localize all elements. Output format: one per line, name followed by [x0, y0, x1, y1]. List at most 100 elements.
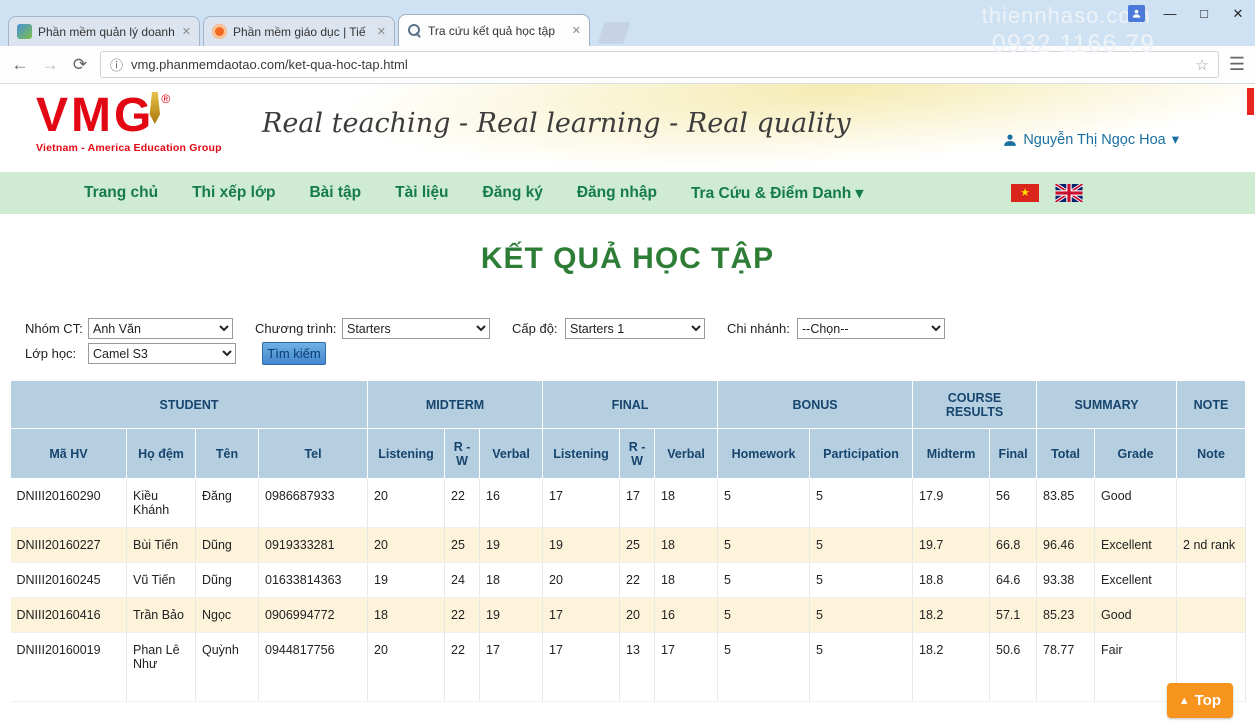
- table-cell: 22: [445, 633, 480, 702]
- table-cell: 20: [368, 633, 445, 702]
- nav-item-tai-lieu[interactable]: Tài liệu: [395, 184, 448, 202]
- back-icon[interactable]: ←: [10, 55, 30, 75]
- table-cell: Dũng: [196, 528, 259, 563]
- table-cell: 64.6: [990, 563, 1037, 598]
- table-cell: 16: [655, 598, 718, 633]
- table-row: DNIII20160227Bùi TiếnDũng091933328120251…: [11, 528, 1246, 563]
- tab-title: Phần mềm giáo dục | Tiế: [233, 25, 371, 39]
- search-button[interactable]: Tìm kiếm: [262, 342, 326, 365]
- tagline: Real teaching - Real learning - Real qua…: [262, 108, 851, 139]
- nhom-ct-label: Nhóm CT:: [25, 321, 83, 336]
- table-cell: 96.46: [1037, 528, 1095, 563]
- column-header: Verbal: [655, 429, 718, 479]
- menu-icon[interactable]: ☰: [1229, 54, 1245, 75]
- table-cell: 22: [445, 479, 480, 528]
- table-cell: 5: [810, 563, 913, 598]
- table-cell: 85.23: [1037, 598, 1095, 633]
- url-bar[interactable]: ⓘ vmg.phanmemdaotao.com/ket-qua-hoc-tap.…: [100, 51, 1219, 78]
- table-cell: 5: [810, 598, 913, 633]
- close-icon[interactable]: ✕: [572, 24, 581, 37]
- star-glyph: ★: [1020, 188, 1030, 199]
- column-header: Homework: [718, 429, 810, 479]
- minimize-button[interactable]: —: [1161, 6, 1179, 21]
- table-cell: 17: [543, 479, 620, 528]
- column-header: R - W: [445, 429, 480, 479]
- table-cell: Vũ Tiến: [127, 563, 196, 598]
- app-icon: [17, 24, 32, 39]
- nav-item-bai-tap[interactable]: Bài tập: [309, 184, 361, 202]
- scrollbar-thumb[interactable]: [1247, 88, 1254, 115]
- table-cell: Good: [1095, 479, 1177, 528]
- table-cell: 5: [810, 633, 913, 702]
- cap-do-select[interactable]: Starters 1: [565, 318, 705, 339]
- registered-mark: ®: [161, 92, 170, 106]
- close-icon[interactable]: ✕: [377, 25, 386, 38]
- window-controls: — □ ✕: [1128, 5, 1247, 22]
- uk-flag-icon[interactable]: [1055, 184, 1083, 202]
- browser-toolbar: ← → ⟳ ⓘ vmg.phanmemdaotao.com/ket-qua-ho…: [0, 46, 1255, 84]
- watermark-site: thiennhaso.com: [982, 3, 1151, 29]
- table-row: DNIII20160416Trần BảoNgọc090699477218221…: [11, 598, 1246, 633]
- table-cell: 56: [990, 479, 1037, 528]
- table-cell: 5: [718, 563, 810, 598]
- lop-hoc-select[interactable]: Camel S3: [88, 343, 236, 364]
- close-icon[interactable]: ✕: [182, 25, 191, 38]
- bookmark-star-icon[interactable]: ☆: [1195, 56, 1208, 74]
- table-cell: 0944817756: [259, 633, 368, 702]
- forward-icon[interactable]: →: [40, 55, 60, 75]
- nav-item-thi-xep-lop[interactable]: Thi xếp lớp: [192, 184, 275, 202]
- chi-nhanh-select[interactable]: --Chọn--: [797, 318, 945, 339]
- table-cell: 25: [445, 528, 480, 563]
- nav-item-dang-ky[interactable]: Đăng ký: [483, 184, 543, 202]
- nhom-ct-select[interactable]: Anh Văn: [88, 318, 233, 339]
- table-cell: 19.7: [913, 528, 990, 563]
- maximize-button[interactable]: □: [1195, 6, 1213, 21]
- magnifier-icon: [407, 23, 422, 38]
- table-cell: 57.1: [990, 598, 1037, 633]
- table-cell: 19: [368, 563, 445, 598]
- column-header: Tên: [196, 429, 259, 479]
- chuong-trinh-label: Chương trình:: [255, 321, 337, 336]
- column-group-header: SUMMARY: [1037, 381, 1177, 429]
- table-cell: 01633814363: [259, 563, 368, 598]
- back-to-top-button[interactable]: ▲ Top: [1167, 683, 1233, 718]
- table-cell: 5: [718, 528, 810, 563]
- language-flags: ★: [1011, 184, 1083, 202]
- refresh-icon[interactable]: ⟳: [70, 55, 90, 75]
- table-row: DNIII20160245Vũ TiếnDũng0163381436319241…: [11, 563, 1246, 598]
- info-icon[interactable]: ⓘ: [110, 55, 123, 74]
- tab-giao-duc[interactable]: Phần mềm giáo dục | Tiế ✕: [203, 16, 395, 46]
- table-cell: 2 nd rank: [1177, 528, 1246, 563]
- column-header: Note: [1177, 429, 1246, 479]
- nav-item-tra-cuu-diem-danh[interactable]: Tra Cứu & Điểm Danh ▾: [691, 184, 863, 203]
- table-cell: 18: [368, 598, 445, 633]
- browser-window: Phần mềm quản lý doanh ✕ Phần mềm giáo d…: [0, 0, 1255, 728]
- user-menu[interactable]: Nguyễn Thị Ngọc Hoa ▾: [1003, 132, 1179, 148]
- profile-icon[interactable]: [1128, 5, 1145, 22]
- table-row: DNIII20160019Phan Lê NhưQuỳnh09448177562…: [11, 633, 1246, 702]
- chevron-down-icon: ▾: [1172, 132, 1179, 148]
- new-tab-button[interactable]: [597, 22, 630, 44]
- table-cell: 24: [445, 563, 480, 598]
- url-text[interactable]: vmg.phanmemdaotao.com/ket-qua-hoc-tap.ht…: [131, 57, 1195, 72]
- vietnam-flag-icon[interactable]: ★: [1011, 184, 1039, 202]
- table-cell: 18: [655, 528, 718, 563]
- table-cell: Excellent: [1095, 563, 1177, 598]
- table-cell: Quỳnh: [196, 633, 259, 702]
- table-cell: 19: [543, 528, 620, 563]
- table-cell: Good: [1095, 598, 1177, 633]
- tab-tra-cuu-ket-qua[interactable]: Tra cứu kết quả học tập ✕: [398, 14, 590, 46]
- table-cell: 93.38: [1037, 563, 1095, 598]
- column-header: Grade: [1095, 429, 1177, 479]
- column-header: Midterm: [913, 429, 990, 479]
- close-button[interactable]: ✕: [1229, 6, 1247, 22]
- column-group-header: STUDENT: [11, 381, 368, 429]
- cap-do-label: Cấp độ:: [512, 321, 558, 336]
- tab-quan-ly-doanh[interactable]: Phần mềm quản lý doanh ✕: [8, 16, 200, 46]
- vmg-logo[interactable]: VMG® Vietnam - America Education Group: [36, 92, 222, 154]
- nav-item-dang-nhap[interactable]: Đăng nhập: [577, 184, 657, 202]
- column-group-header: BONUS: [718, 381, 913, 429]
- table-cell: DNIII20160019: [11, 633, 127, 702]
- chuong-trinh-select[interactable]: Starters: [342, 318, 490, 339]
- nav-item-trang-chu[interactable]: Trang chủ: [84, 184, 158, 202]
